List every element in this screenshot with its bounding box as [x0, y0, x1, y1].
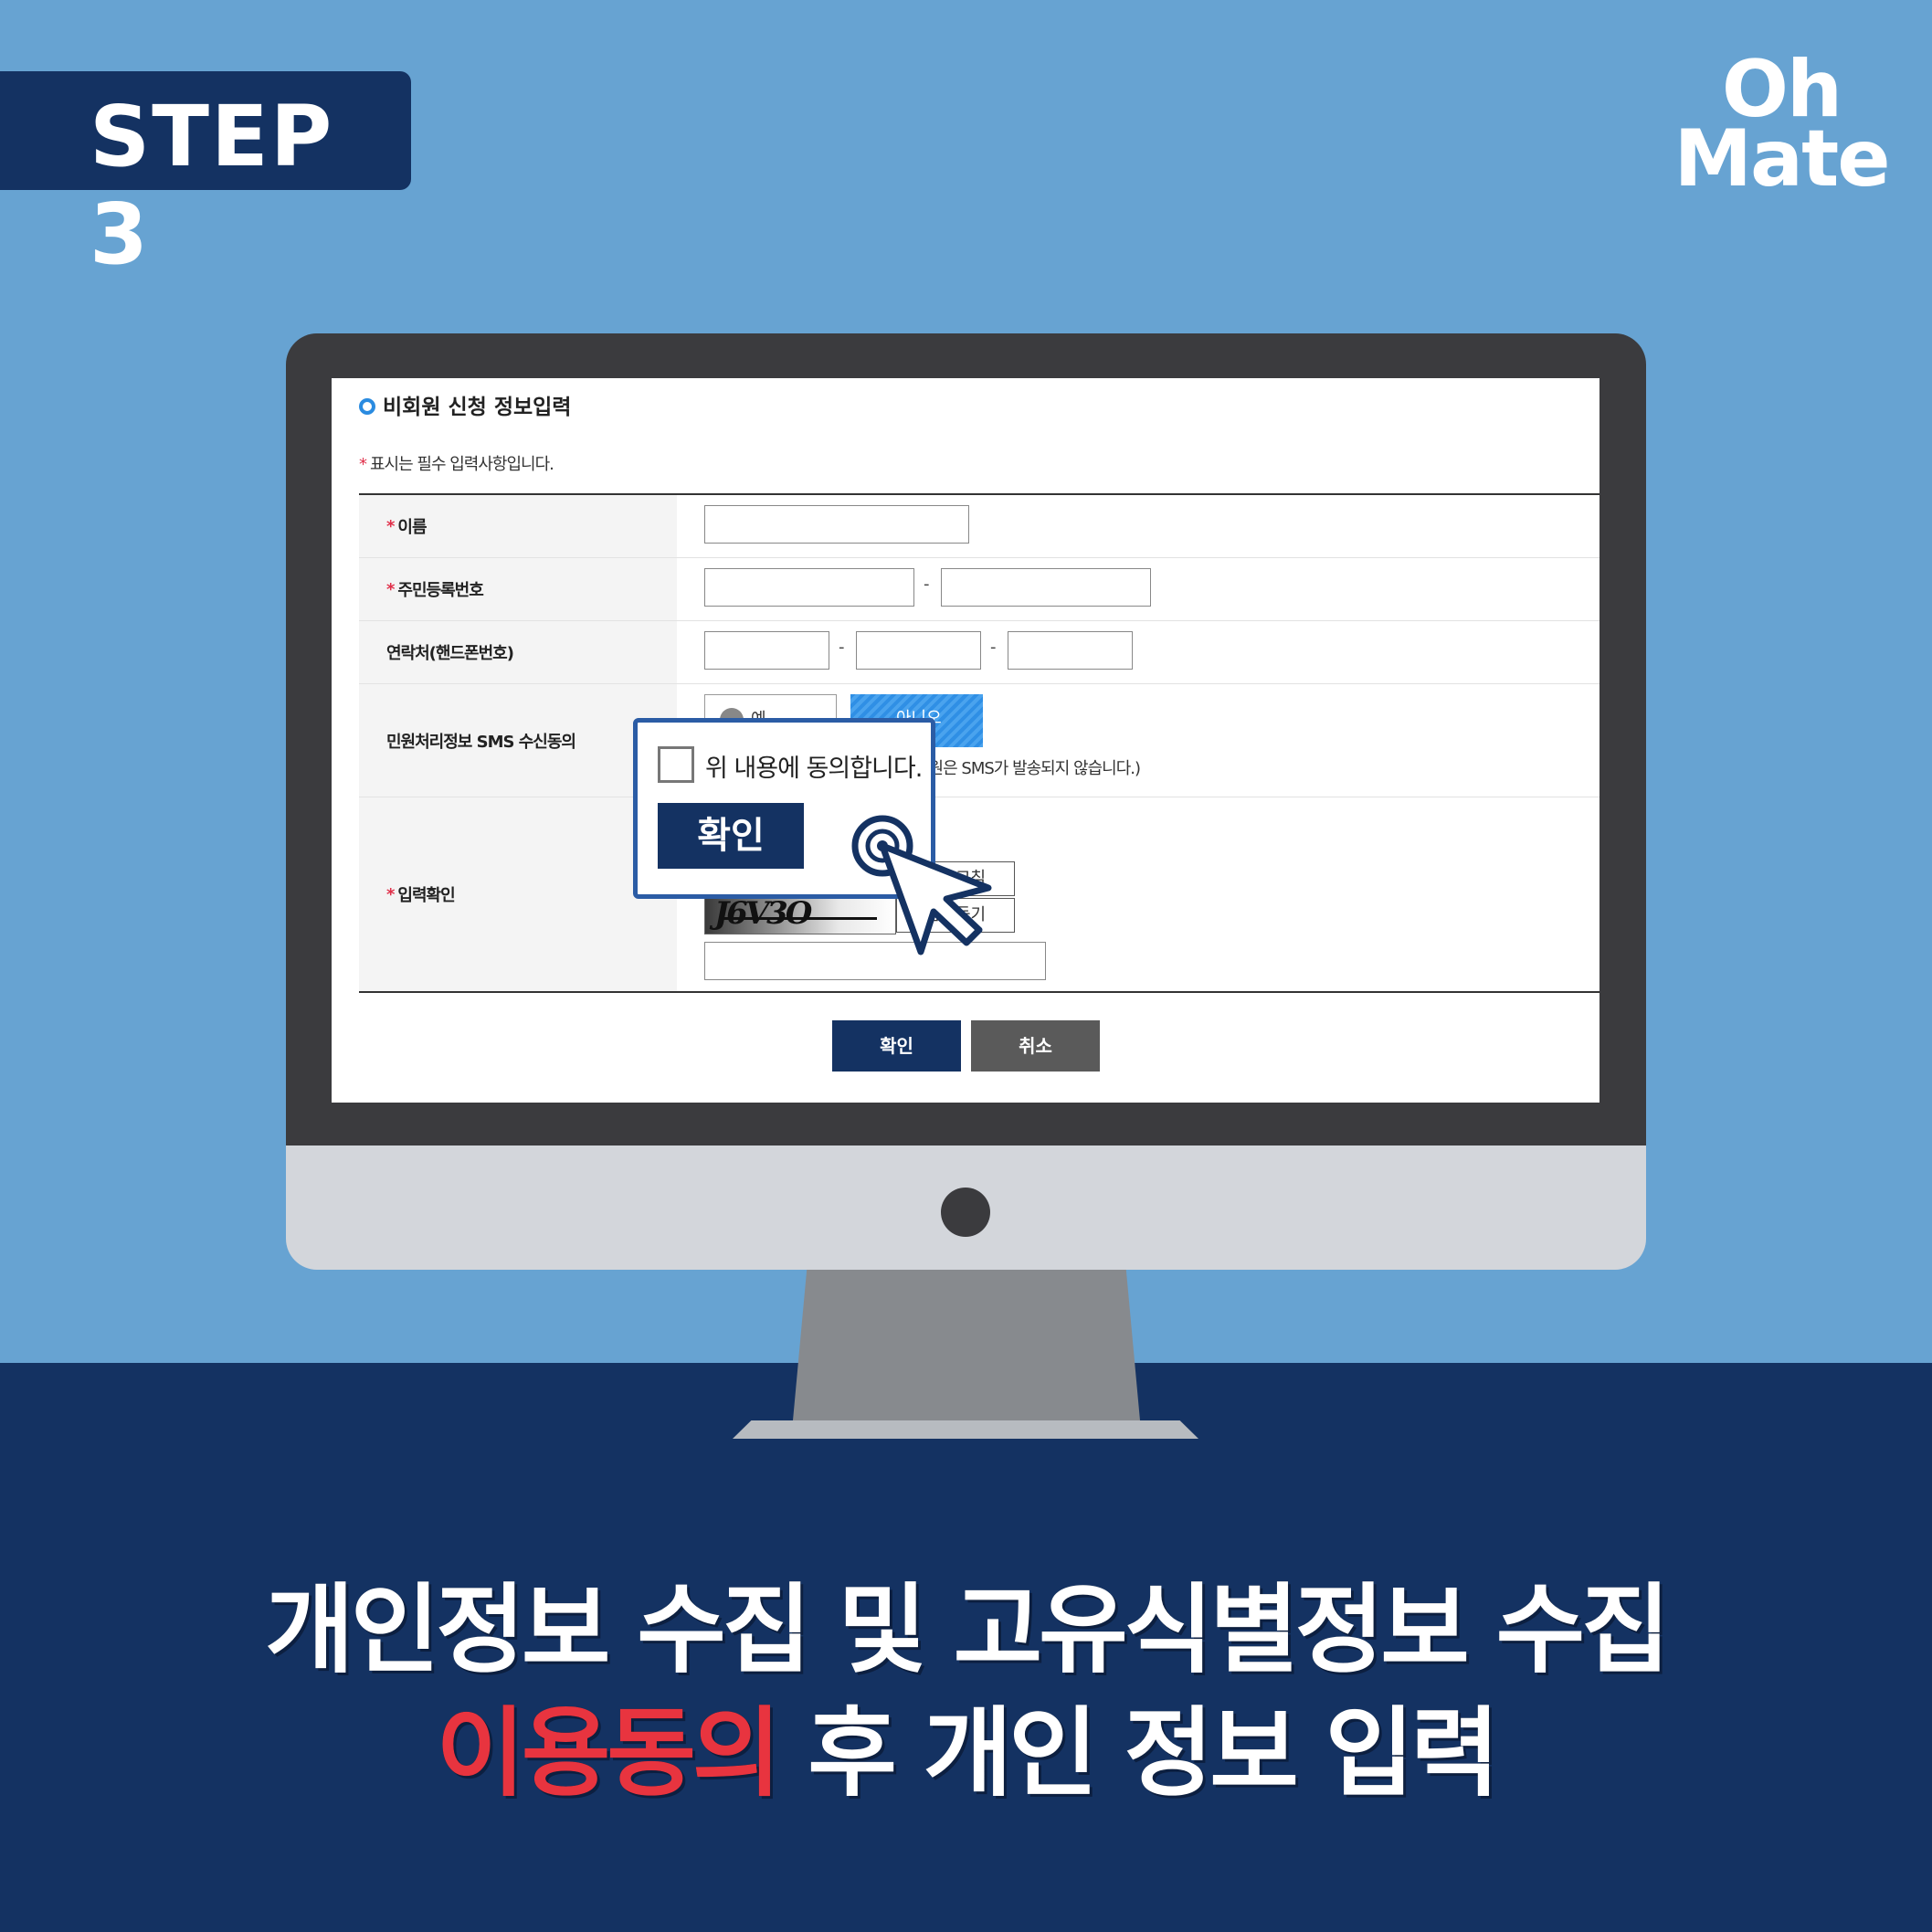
cursor-click-icon: [849, 812, 992, 955]
monitor-power-icon: [941, 1188, 990, 1237]
phone-label: 연락처(핸드폰번호): [359, 621, 677, 683]
form-row-rrn: * 주민등록번호 -: [359, 558, 1599, 621]
rrn-label-text: 주민등록번호: [397, 581, 483, 600]
required-note: * 표시는 필수 입력사항입니다.: [359, 451, 554, 475]
required-star-icon: *: [359, 455, 367, 474]
phone-part2-input[interactable]: [856, 631, 981, 670]
captcha-label-text: 입력확인: [397, 886, 455, 905]
form-row-sms: 민원처리정보 SMS 수신동의 예 아니오 민원은 SMS가 발송되지 않습니다…: [359, 684, 1599, 797]
captcha-text: J6V3O: [714, 896, 812, 932]
agree-text: 위 내용에 동의합니다.: [705, 755, 923, 783]
rrn-value: -: [677, 558, 1599, 620]
caption-highlight: 이용동의: [436, 1697, 781, 1810]
name-label-text: 이름: [397, 518, 427, 537]
cancel-button[interactable]: 취소: [971, 1020, 1100, 1072]
form-row-name: * 이름: [359, 495, 1599, 558]
name-label: * 이름: [359, 495, 677, 557]
popup-confirm-button[interactable]: 확인: [658, 803, 804, 869]
brand-logo: Oh Mate: [1672, 50, 1891, 205]
agree-checkbox[interactable]: [658, 746, 694, 783]
required-star-icon: *: [386, 516, 395, 536]
bullet-circle-icon: [359, 397, 375, 415]
captcha-label: * 입력확인: [359, 797, 677, 991]
phone-dash-2: -: [990, 638, 997, 657]
step-label: STEP 3: [90, 88, 334, 283]
rrn-back-input[interactable]: [941, 568, 1151, 607]
monitor-screen: 비회원 신청 정보입력 * 표시는 필수 입력사항입니다. * 이름 * 주민등록번호…: [332, 378, 1599, 1103]
required-star-icon: *: [386, 884, 395, 904]
brand-line-2: Mate: [1673, 113, 1890, 205]
caption-line-1: 개인정보 수집 및 고유식별정보 수집: [0, 1551, 1932, 1692]
submit-button[interactable]: 확인: [832, 1020, 961, 1072]
required-star-icon: *: [386, 579, 395, 599]
name-value: [677, 495, 1599, 557]
caption-line-2-rest: 후 개인 정보 입력: [777, 1697, 1499, 1810]
monitor-stand-base: [733, 1420, 1198, 1439]
rrn-dash: -: [924, 575, 930, 594]
step-badge: STEP 3: [0, 71, 411, 283]
phone-part1-input[interactable]: [704, 631, 829, 670]
sms-note: 민원은 SMS가 발송되지 않습니다.): [914, 759, 1141, 778]
caption-line-2: 이용동의 후 개인 정보 입력: [0, 1674, 1932, 1815]
form-row-phone: 연락처(핸드폰번호) - -: [359, 621, 1599, 684]
name-input[interactable]: [704, 505, 969, 544]
required-note-text: 표시는 필수 입력사항입니다.: [370, 455, 554, 474]
phone-value: - -: [677, 621, 1599, 683]
monitor-stand: [793, 1270, 1140, 1420]
section-title: 비회원 신청 정보입력: [359, 389, 571, 420]
phone-part3-input[interactable]: [1008, 631, 1133, 670]
rrn-front-input[interactable]: [704, 568, 914, 607]
sms-label: 민원처리정보 SMS 수신동의: [359, 684, 677, 797]
section-title-text: 비회원 신청 정보입력: [383, 396, 572, 419]
phone-dash-1: -: [839, 638, 845, 657]
caption-line-1-text: 개인정보 수집 및 고유식별정보 수집: [265, 1574, 1670, 1686]
rrn-label: * 주민등록번호: [359, 558, 677, 620]
